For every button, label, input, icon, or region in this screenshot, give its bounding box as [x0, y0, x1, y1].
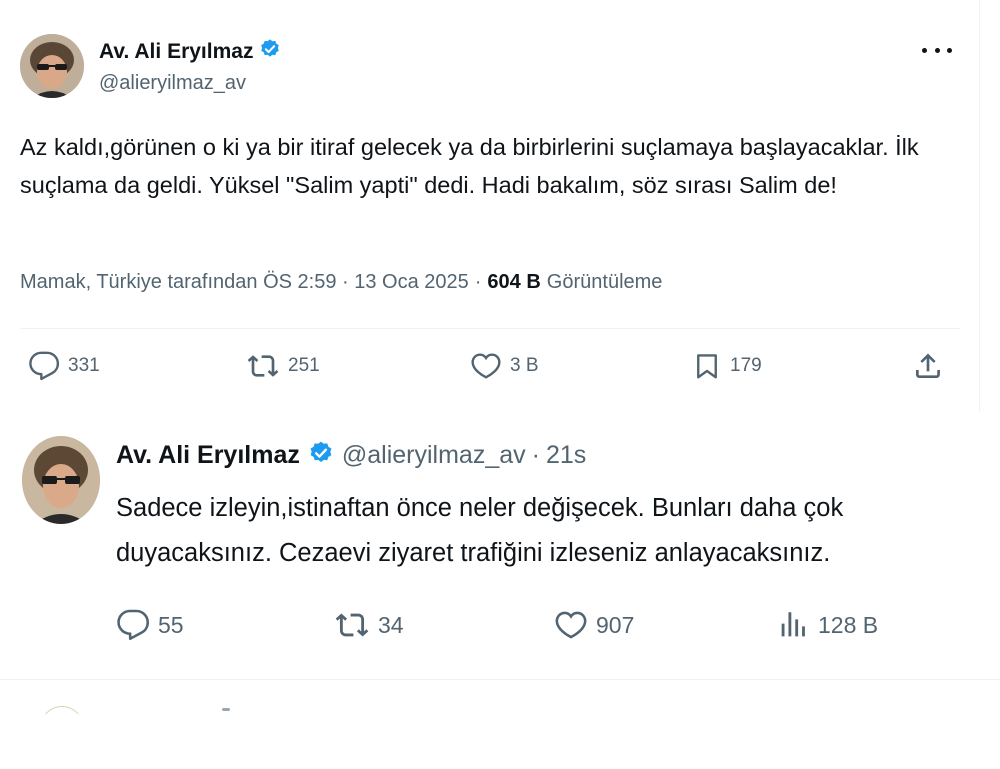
retweet-count: 251 [288, 355, 320, 376]
reply-count: 55 [158, 611, 184, 638]
reply-author-name[interactable]: Av. Ali Eryılmaz [116, 441, 300, 470]
verified-badge-icon[interactable] [259, 38, 281, 65]
heart-icon [555, 611, 587, 639]
tweet-text: Az kaldı,görünen o ki ya bir itiraf gele… [20, 134, 919, 198]
speech-bubble-icon [117, 609, 150, 641]
bookmark-icon [697, 354, 717, 379]
share-upload-icon [916, 353, 940, 378]
reply-time[interactable]: 21s [546, 441, 586, 470]
bookmark-count: 179 [730, 355, 762, 376]
retweet-button[interactable]: 251 [246, 350, 320, 382]
more-dot [922, 47, 927, 53]
retweet-icon [335, 613, 369, 637]
more-dot [947, 47, 952, 53]
author-name[interactable]: Av. Ali Eryılmaz [99, 40, 253, 64]
reply-button[interactable]: 331 [28, 350, 100, 382]
reply-author-handle[interactable]: @alieryilmaz_av [342, 441, 526, 470]
like-button[interactable]: 3 B [470, 350, 539, 382]
reply-count: 331 [68, 355, 100, 376]
next-tweet-avatar-peek [40, 706, 84, 714]
heart-icon [471, 353, 501, 379]
tweet-actions: 331 251 3 B 179 [20, 350, 960, 390]
like-button[interactable]: 907 [554, 608, 634, 642]
like-count: 907 [596, 611, 635, 638]
divider [20, 328, 960, 329]
author-handle[interactable]: @alieryilmaz_av [99, 72, 246, 95]
more-horizontal-icon[interactable] [922, 40, 952, 60]
bookmark-button[interactable]: 179 [692, 350, 762, 382]
reply-button[interactable]: 55 [116, 608, 184, 642]
more-dot [934, 47, 940, 53]
reply-actions: 55 34 907 128 B [116, 608, 976, 648]
reply-author-avatar[interactable] [22, 436, 100, 524]
main-tweet: Av. Ali Eryılmaz @alieryilmaz_av Az kald… [0, 0, 980, 412]
reply-text: Sadece izleyin,istinaftan önce neler değ… [116, 494, 844, 567]
speech-bubble-icon [29, 351, 60, 381]
bar-chart-icon [781, 612, 805, 637]
retweet-icon [247, 355, 279, 377]
views-count: 604 B [487, 271, 541, 293]
reply-header: Av. Ali Eryılmaz @alieryilmaz_av · 21s [116, 440, 586, 471]
location-time[interactable]: Mamak, Türkiye tarafından ÖS 2:59 · 13 O… [20, 271, 469, 294]
views-label: Görüntüleme [546, 271, 663, 293]
next-tweet-text-peek [222, 708, 230, 711]
meta-separator: · [474, 271, 482, 293]
retweet-button[interactable]: 34 [334, 608, 404, 642]
views-count: 128 B [818, 611, 879, 638]
share-button[interactable] [912, 350, 944, 382]
author-avatar[interactable] [20, 34, 84, 98]
reply-separator: · [531, 441, 540, 469]
author-name-row[interactable]: Av. Ali Eryılmaz [99, 38, 281, 65]
tweet-meta: Mamak, Türkiye tarafından ÖS 2:59 · 13 O… [20, 271, 662, 294]
views-button[interactable]: 128 B [776, 608, 878, 642]
verified-badge-icon[interactable] [308, 440, 334, 471]
like-count: 3 B [510, 355, 539, 376]
retweet-count: 34 [378, 611, 404, 638]
divider [0, 679, 1000, 680]
